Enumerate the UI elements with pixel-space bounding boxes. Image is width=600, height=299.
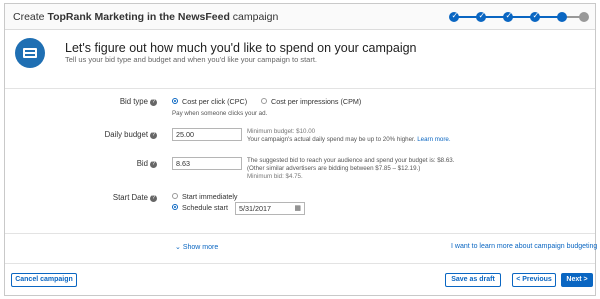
step-4-complete[interactable]: ✓ (530, 11, 540, 22)
daily-budget-minimum: Minimum budget: $10.00 (247, 128, 316, 135)
bid-input[interactable]: 8.63 (172, 157, 242, 170)
bid-type-cpm-radio[interactable] (261, 98, 267, 104)
step-5-current (557, 12, 567, 22)
bid-label: Bid? (136, 159, 157, 168)
start-date-value: 5/31/2017 (239, 204, 271, 213)
progress-steps: ✓ ✓ ✓ ✓ (449, 10, 589, 24)
section-subtext: Tell us your bid type and budget and whe… (65, 55, 318, 64)
schedule-start-radio[interactable] (172, 204, 178, 210)
bid-type-cpm-label[interactable]: Cost per impressions (CPM) (271, 97, 361, 106)
section-heading: Let's figure out how much you'd like to … (65, 41, 417, 55)
bid-type-cpc-label[interactable]: Cost per click (CPC) (182, 97, 247, 106)
start-immediately-label[interactable]: Start immediately (182, 192, 238, 201)
help-icon[interactable]: ? (150, 132, 157, 139)
schedule-start-label[interactable]: Schedule start (182, 203, 228, 212)
help-icon[interactable]: ? (150, 99, 157, 106)
previous-button[interactable]: < Previous (512, 273, 556, 287)
bid-type-cpc-radio[interactable] (172, 98, 178, 104)
check-icon: ✓ (505, 11, 513, 20)
chevron-down-icon: ⌄ (175, 244, 181, 251)
daily-budget-note: Your campaign's actual daily spend may b… (247, 136, 451, 143)
step-2-complete[interactable]: ✓ (476, 11, 486, 22)
help-icon[interactable]: ? (150, 195, 157, 202)
page-title: Create TopRank Marketing in the NewsFeed… (13, 11, 279, 23)
step-3-complete[interactable]: ✓ (503, 11, 513, 22)
cancel-campaign-button[interactable]: Cancel campaign (11, 273, 77, 287)
bid-type-label: Bid type? (119, 97, 157, 106)
wizard-header: Create TopRank Marketing in the NewsFeed… (5, 4, 595, 30)
learn-budgeting-link[interactable]: I want to learn more about campaign budg… (451, 243, 597, 250)
step-1-complete[interactable]: ✓ (449, 11, 459, 22)
bid-type-hint: Pay when someone clicks your ad. (172, 110, 268, 117)
show-more-link[interactable]: ⌄ Show more (175, 243, 218, 251)
daily-budget-input[interactable]: 25.00 (172, 128, 242, 141)
campaign-wizard: Create TopRank Marketing in the NewsFeed… (4, 3, 597, 296)
help-icon[interactable]: ? (150, 161, 157, 168)
divider (5, 233, 595, 234)
calendar-icon[interactable]: ▦ (294, 203, 301, 214)
learn-more-link[interactable]: Learn more. (417, 136, 450, 143)
check-icon: ✓ (478, 11, 486, 20)
step-6-upcoming (579, 12, 589, 22)
credit-card-icon (15, 38, 45, 68)
start-date-label: Start Date? (112, 193, 157, 202)
next-button[interactable]: Next > (561, 273, 593, 287)
bid-range: (Other similar advertisers are bidding b… (247, 165, 421, 172)
save-draft-button[interactable]: Save as draft (445, 273, 501, 287)
bid-suggested: The suggested bid to reach your audience… (247, 157, 455, 164)
check-icon: ✓ (451, 11, 459, 20)
check-icon: ✓ (532, 11, 540, 20)
divider (5, 263, 595, 264)
bid-minimum: Minimum bid: $4.75. (247, 173, 303, 180)
divider (5, 88, 595, 89)
start-immediately-radio[interactable] (172, 193, 178, 199)
daily-budget-label: Daily budget? (104, 130, 157, 139)
start-date-picker[interactable]: 5/31/2017 ▦ (235, 202, 305, 215)
